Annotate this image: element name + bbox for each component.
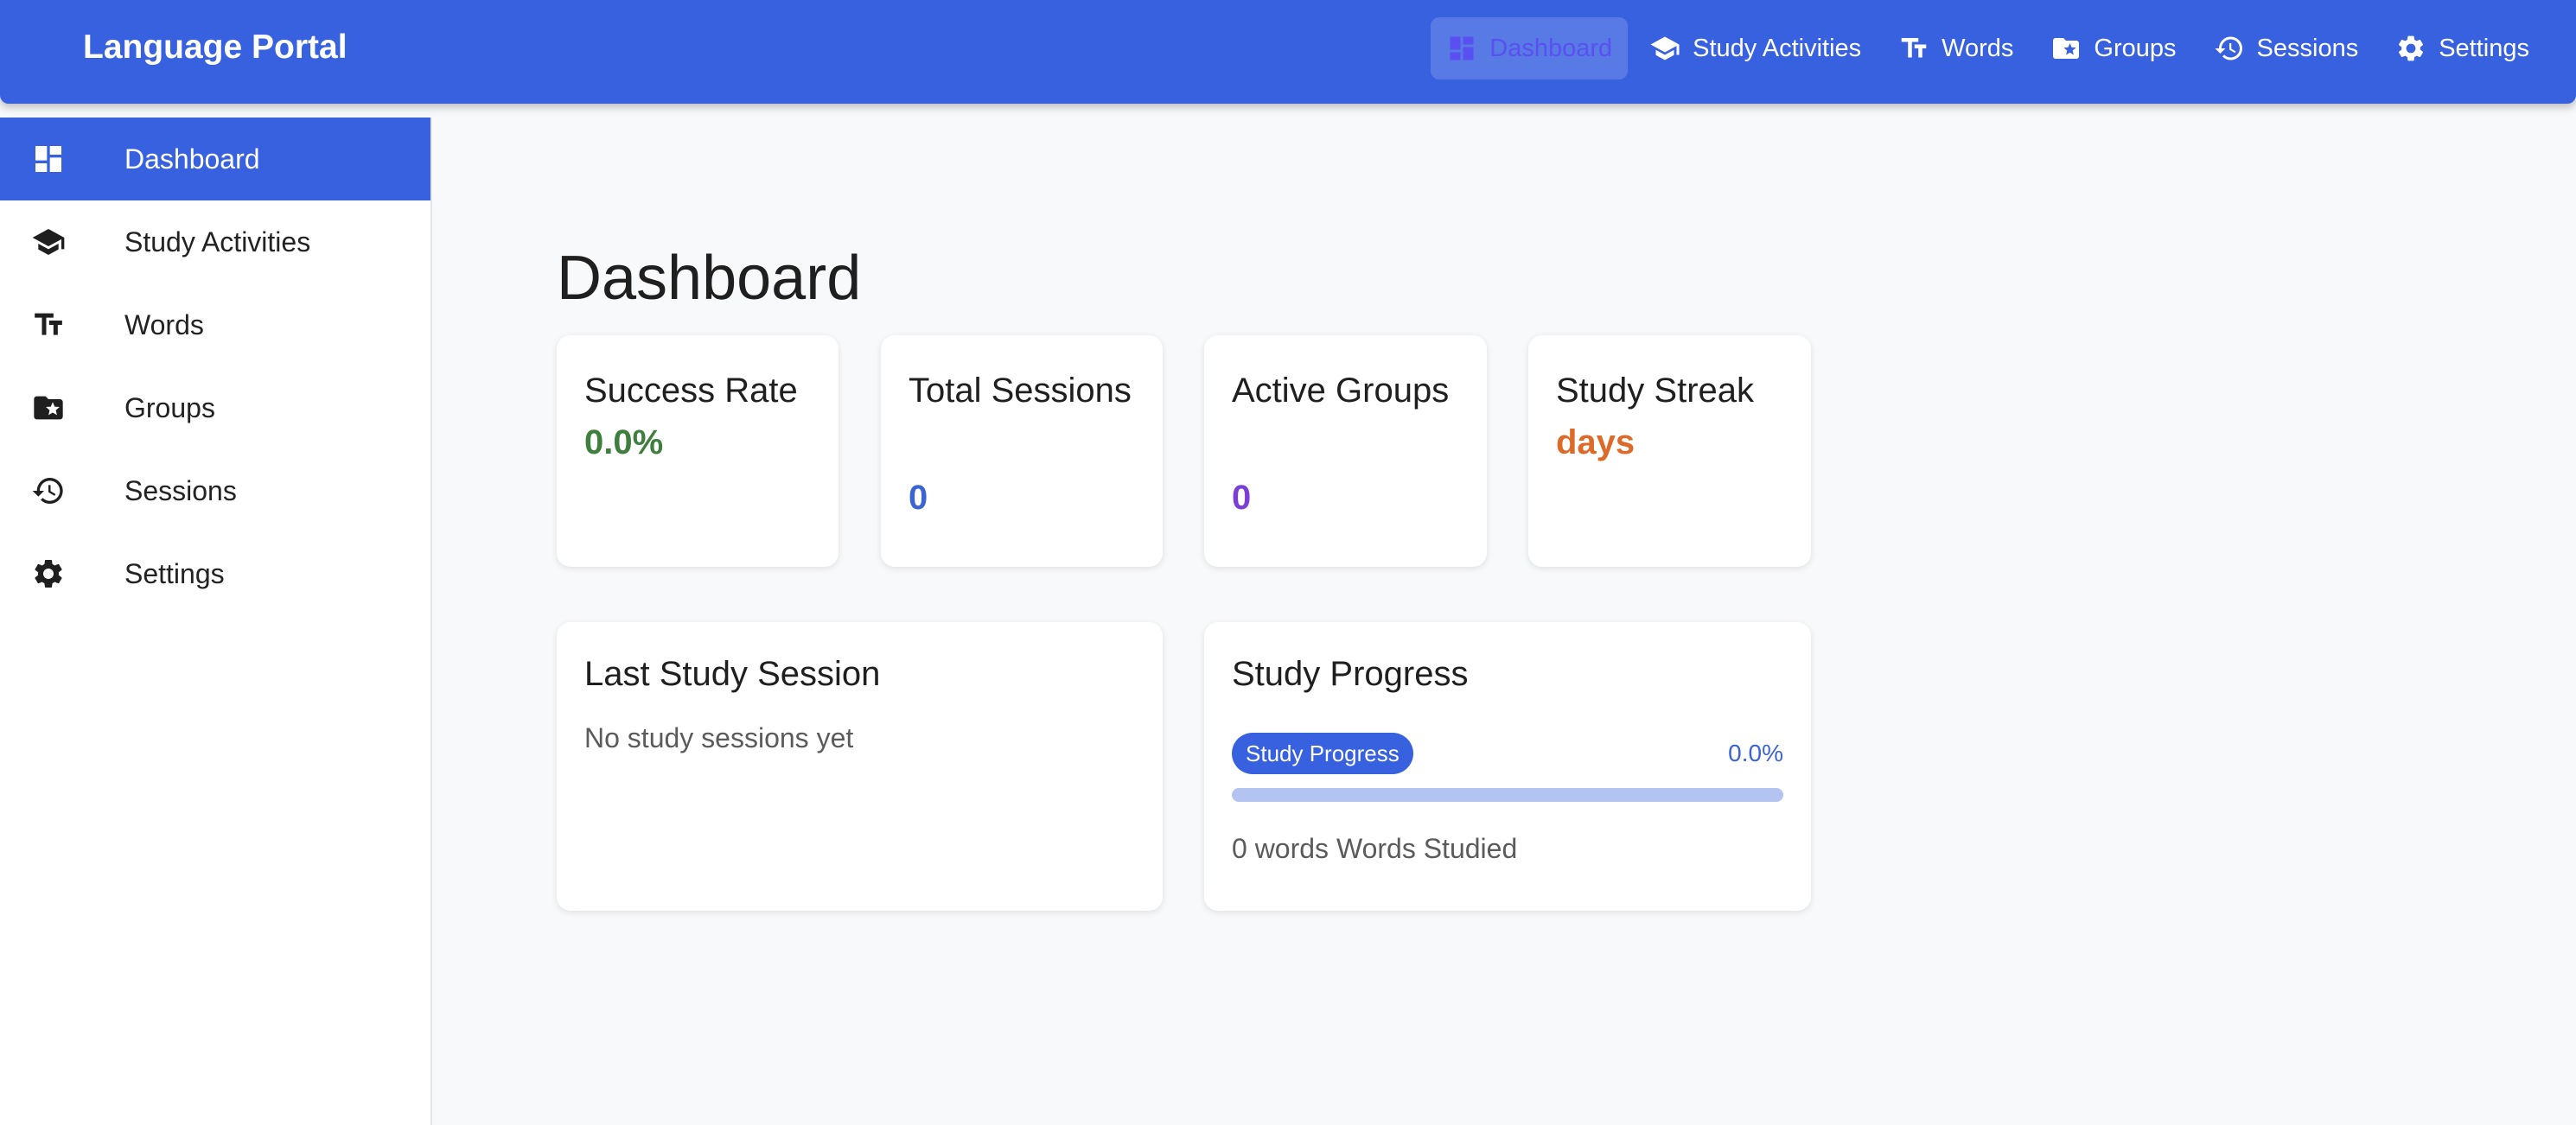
top-nav-settings[interactable]: Settings (2380, 17, 2545, 79)
graduation-cap-icon (1649, 33, 1680, 64)
sidebar-item-label: Study Activities (124, 226, 311, 257)
study-progress-card: Study Progress Study Progress 0.0% 0 wor… (1204, 622, 1811, 911)
words-studied-text: 0 words Words Studied (1232, 833, 1518, 864)
history-icon (31, 474, 66, 508)
success-rate-value: 0.0% (584, 423, 664, 461)
app-bar: Language Portal Dashboard Study Activiti… (0, 0, 2576, 104)
top-nav-label: Dashboard (1489, 34, 1613, 62)
last-study-session-empty: No study sessions yet (584, 722, 854, 753)
success-rate-label: Success Rate (584, 372, 798, 410)
top-nav: Dashboard Study Activities Words Groups … (1425, 17, 2545, 79)
text-size-icon (1898, 33, 1929, 64)
sidebar-item-label: Dashboard (124, 143, 260, 175)
sidebar-item-dashboard[interactable]: Dashboard (0, 118, 430, 200)
history-icon (2214, 33, 2245, 64)
study-streak-value: days (1556, 423, 1636, 461)
study-progress-percent: 0.0% (1728, 740, 1783, 766)
gear-icon (31, 556, 66, 591)
active-groups-label: Active Groups (1232, 372, 1450, 410)
top-nav-label: Settings (2439, 34, 2529, 62)
sidebar-item-study-activities[interactable]: Study Activities (0, 200, 430, 283)
graduation-cap-icon (31, 225, 66, 259)
text-size-icon (31, 308, 66, 342)
top-nav-sessions[interactable]: Sessions (2198, 17, 2375, 79)
top-nav-label: Sessions (2256, 34, 2359, 62)
top-nav-label: Groups (2094, 34, 2177, 62)
sidebar-item-label: Sessions (124, 474, 237, 506)
app-title[interactable]: Language Portal (83, 27, 348, 68)
study-progress-title: Study Progress (1232, 655, 1469, 693)
top-nav-study-activities[interactable]: Study Activities (1634, 17, 1877, 79)
star-folder-icon (31, 391, 66, 425)
total-sessions-card: Total Sessions 0 (881, 335, 1163, 567)
sidebar-item-groups[interactable]: Groups (0, 366, 430, 449)
study-streak-card: Study Streak days (1528, 335, 1811, 567)
active-groups-value: 0 (1232, 479, 1252, 517)
sidebar-item-label: Groups (124, 391, 215, 423)
study-streak-label: Study Streak (1556, 372, 1755, 410)
top-nav-groups[interactable]: Groups (2035, 17, 2191, 79)
active-groups-card: Active Groups 0 (1204, 335, 1487, 567)
page-title: Dashboard (557, 244, 862, 313)
last-study-session-card: Last Study Session No study sessions yet (557, 622, 1163, 911)
top-nav-dashboard[interactable]: Dashboard (1431, 17, 1629, 79)
star-folder-icon (2050, 33, 2082, 64)
sidebar-item-settings[interactable]: Settings (0, 532, 430, 615)
success-rate-card: Success Rate 0.0% (557, 335, 838, 567)
sidebar-item-label: Settings (124, 557, 225, 589)
dashboard-icon (1446, 33, 1477, 64)
study-progress-bar (1232, 788, 1783, 802)
top-nav-label: Study Activities (1693, 34, 1862, 62)
top-nav-label: Words (1942, 34, 2014, 62)
study-progress-chip: Study Progress (1232, 733, 1413, 774)
gear-icon (2395, 33, 2426, 64)
top-nav-words[interactable]: Words (1883, 17, 2029, 79)
sidebar-item-words[interactable]: Words (0, 283, 430, 366)
sidebar-item-label: Words (124, 308, 204, 340)
total-sessions-label: Total Sessions (909, 372, 1132, 410)
total-sessions-value: 0 (909, 479, 928, 517)
sidebar-item-sessions[interactable]: Sessions (0, 449, 430, 532)
dashboard-icon (31, 142, 66, 176)
last-study-session-title: Last Study Session (584, 655, 881, 693)
sidebar: Dashboard Study Activities Words Groups … (0, 118, 432, 1125)
